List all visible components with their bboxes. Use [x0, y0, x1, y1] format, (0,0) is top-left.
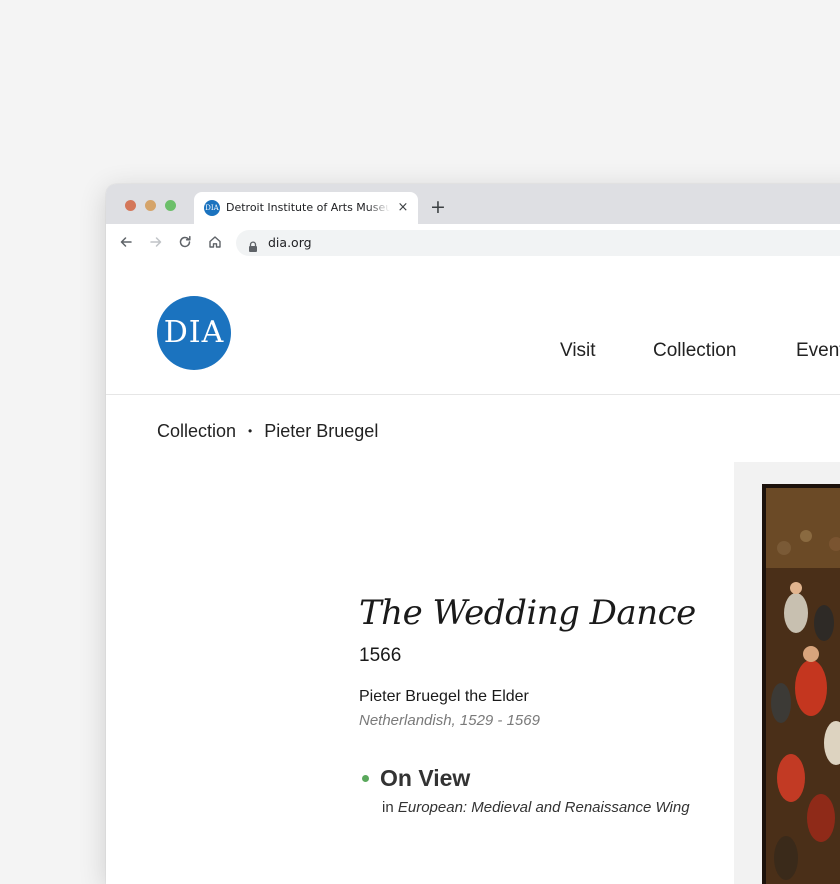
- nav-item-events[interactable]: Events: [796, 339, 840, 363]
- url-text: dia.org: [268, 235, 312, 250]
- back-icon[interactable]: [119, 235, 133, 249]
- on-view-status-icon: [362, 775, 369, 782]
- new-tab-icon[interactable]: +: [428, 195, 448, 219]
- browser-tab-active[interactable]: DIA Detroit Institute of Arts Museum ×: [194, 192, 418, 224]
- forward-icon[interactable]: [149, 235, 163, 249]
- maximize-window-button[interactable]: [165, 200, 176, 211]
- address-bar[interactable]: dia.org: [236, 230, 840, 256]
- gallery-location: in European: Medieval and Renaissance Wi…: [382, 798, 690, 818]
- breadcrumb-separator: •: [248, 424, 253, 438]
- breadcrumb-item-collection[interactable]: Collection: [157, 420, 236, 442]
- nav-item-visit[interactable]: Visit: [560, 339, 596, 363]
- artwork-date: 1566: [359, 645, 402, 666]
- reload-icon[interactable]: [178, 235, 192, 249]
- site-header: DIA Visit Collection Events: [106, 260, 840, 395]
- artist-nationality-dates: Netherlandish, 1529 - 1569: [359, 712, 540, 729]
- wedding-dance-painting: [766, 488, 840, 884]
- tab-strip: DIA Detroit Institute of Arts Museum × +: [106, 184, 840, 224]
- location-wing-link[interactable]: European: Medieval and Renaissance Wing: [398, 799, 690, 816]
- minimize-window-button[interactable]: [145, 200, 156, 211]
- dia-logo[interactable]: DIA: [157, 296, 231, 370]
- breadcrumb-item-artist[interactable]: Pieter Bruegel: [264, 420, 378, 442]
- lock-icon: [249, 241, 257, 252]
- breadcrumb: Collection • Pieter Bruegel: [157, 420, 378, 442]
- artwork-image-panel: [734, 462, 840, 884]
- artwork-image[interactable]: [762, 484, 840, 884]
- browser-toolbar: dia.org: [106, 224, 840, 260]
- artist-name[interactable]: Pieter Bruegel the Elder: [359, 687, 529, 707]
- location-prefix: in: [382, 799, 394, 816]
- tab-title: Detroit Institute of Arts Museum: [226, 201, 390, 214]
- close-tab-icon[interactable]: ×: [396, 199, 410, 217]
- nav-item-collection[interactable]: Collection: [653, 339, 736, 363]
- browser-window: DIA Detroit Institute of Arts Museum × +…: [106, 184, 840, 884]
- close-window-button[interactable]: [125, 200, 136, 211]
- logo-text: DIA: [163, 315, 225, 350]
- home-icon[interactable]: [208, 235, 222, 249]
- artwork-title: The Wedding Dance: [359, 593, 696, 633]
- dia-favicon-icon: DIA: [204, 200, 220, 216]
- on-view-status: On View: [380, 765, 471, 791]
